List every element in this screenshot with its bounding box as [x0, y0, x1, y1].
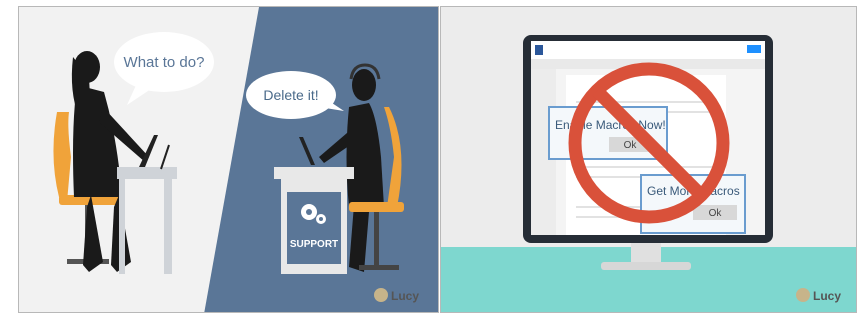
speech-bubble-question: What to do? — [114, 32, 214, 105]
support-scene-illustration: What to do? Delete it! SUPPORT Lucy — [53, 7, 438, 312]
lucy-logo-right: Lucy — [796, 288, 841, 303]
brand-text-right: Lucy — [813, 289, 841, 303]
support-sign-text: SUPPORT — [290, 239, 338, 250]
right-illustration-panel: Enable Macros Now! Ok Get More Macros Ok… — [440, 6, 857, 313]
bubble-answer-text: Delete it! — [263, 87, 318, 103]
lucy-logo-left: Lucy — [374, 288, 419, 303]
dialog2-ok-label: Ok — [709, 208, 723, 219]
word-doc-icon — [535, 45, 543, 55]
brand-text-left: Lucy — [391, 289, 419, 303]
dialog1-ok-label: Ok — [624, 140, 638, 151]
bubble-question-text: What to do? — [124, 54, 205, 71]
lucy-mascot-icon — [796, 288, 810, 302]
left-illustration-panel: What to do? Delete it! SUPPORT Lucy — [18, 6, 439, 313]
macros-scene-illustration: Enable Macros Now! Ok Get More Macros Ok… — [441, 35, 856, 312]
